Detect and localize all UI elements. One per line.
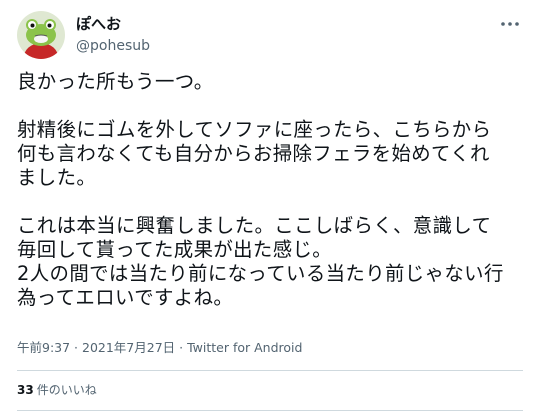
meta-separator: · — [70, 340, 82, 355]
author-block: ぽへお @pohesub — [76, 14, 150, 56]
tweet-meta: 午前9:37 · 2021年7月27日 · Twitter for Androi… — [17, 340, 302, 356]
display-name[interactable]: ぽへお — [76, 14, 150, 34]
divider — [17, 370, 523, 371]
tweet-source[interactable]: Twitter for Android — [187, 340, 302, 355]
avatar[interactable] — [17, 11, 65, 59]
more-dots-icon — [501, 22, 519, 26]
frog-avatar-icon — [17, 11, 65, 59]
likes-count: 33 — [17, 383, 34, 397]
divider — [17, 410, 523, 411]
tweet-date[interactable]: 2021年7月27日 — [82, 340, 175, 355]
tweet-card: ぽへお @pohesub 良かった所もう一つ。 射精後にゴムを外してソファに座っ… — [0, 0, 540, 417]
tweet-time[interactable]: 午前9:37 — [17, 340, 70, 355]
likes-label: 件のいいね — [36, 383, 97, 397]
handle[interactable]: @pohesub — [76, 36, 150, 56]
more-options-button[interactable] — [498, 14, 522, 34]
likes-link[interactable]: 33 件のいいね — [17, 382, 97, 398]
meta-separator: · — [175, 340, 188, 355]
tweet-text: 良かった所もう一つ。 射精後にゴムを外してソファに座ったら、こちらから 何も言わ… — [17, 70, 504, 309]
